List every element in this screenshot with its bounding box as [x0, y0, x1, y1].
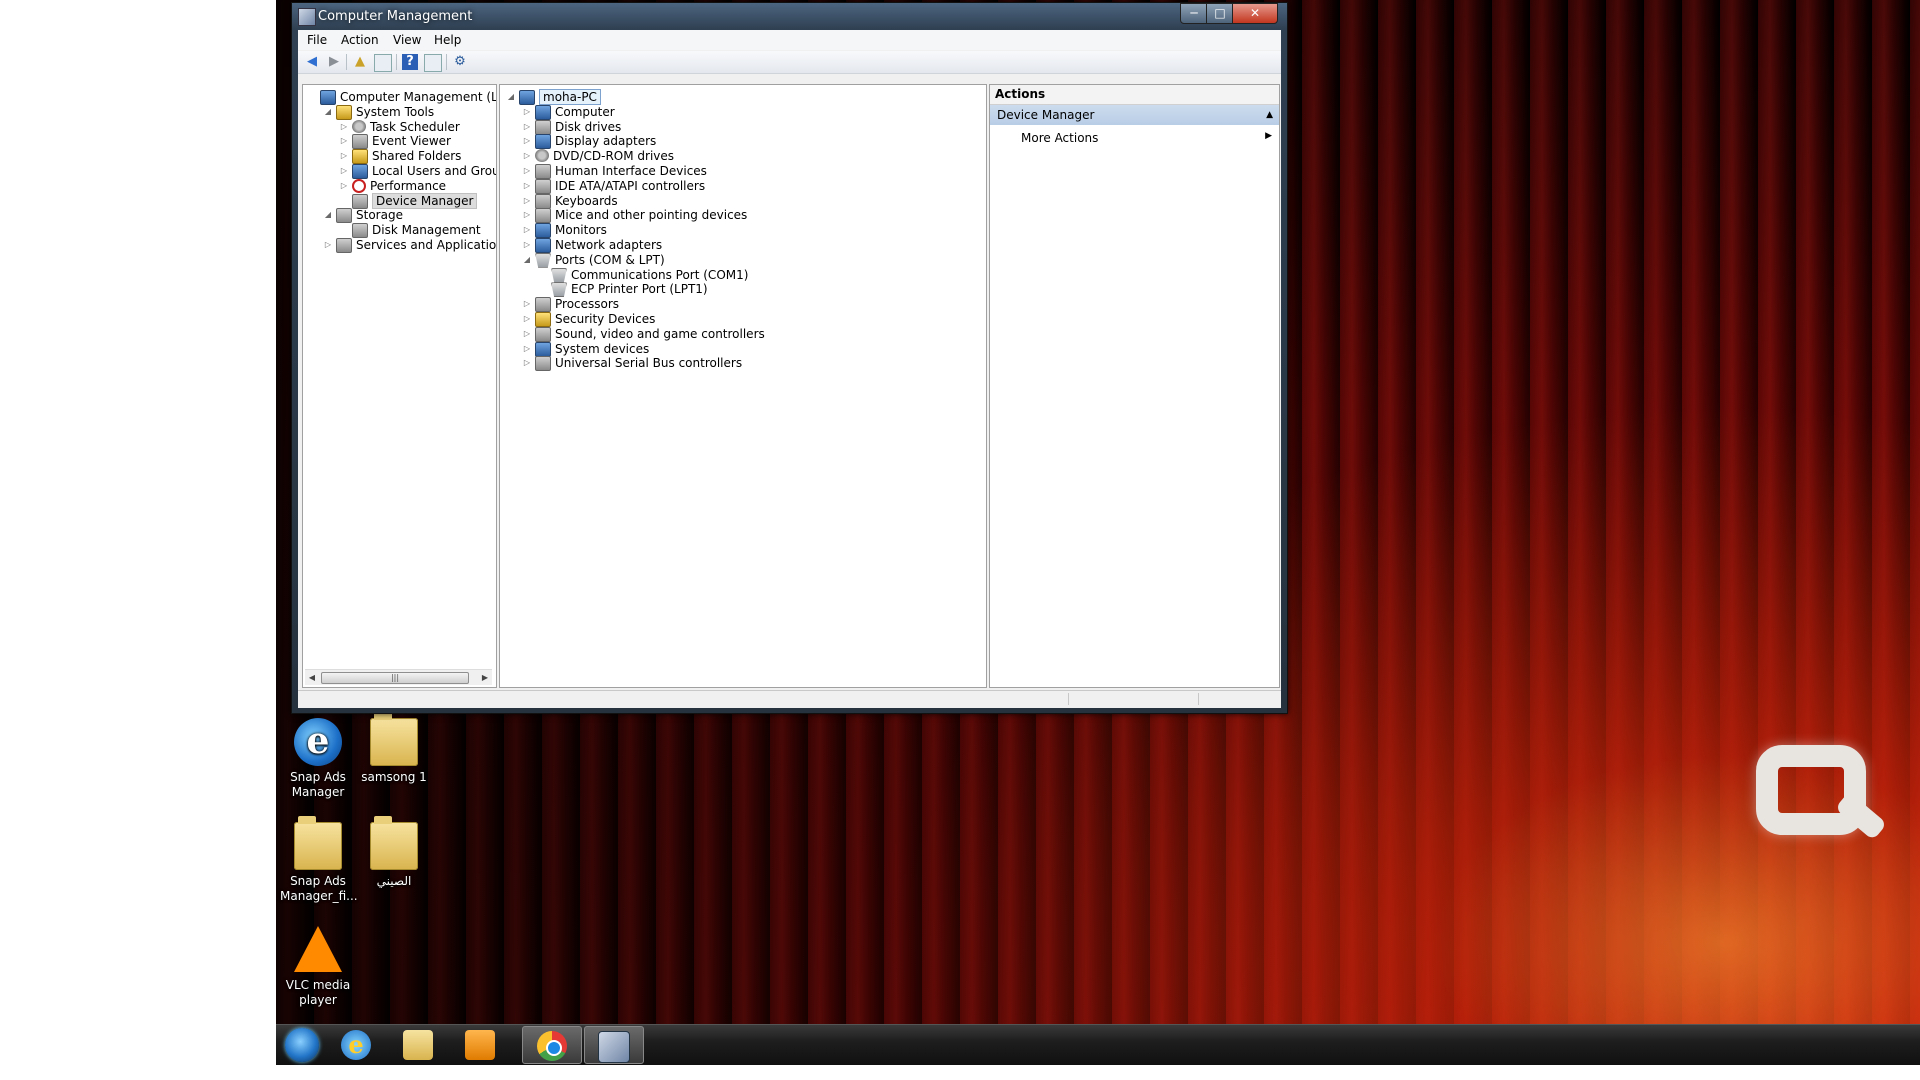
menu-help[interactable]: Help	[434, 33, 461, 47]
minimize-button[interactable]: ─	[1180, 3, 1208, 24]
status-cell	[1068, 693, 1199, 705]
desktop-icon-arabic-folder[interactable]: الصيني	[356, 816, 432, 889]
desktop-icon-label: الصيني	[376, 874, 412, 888]
console-tree-item[interactable]: ▷ Services and Applications	[323, 236, 497, 254]
up-folder-icon[interactable]: ▲	[352, 54, 368, 70]
toolbar-separator	[346, 54, 347, 70]
internet-explorer-icon: e	[294, 718, 342, 766]
device-tree-pane: ◢ moha-PC ▷ Computer ▷ Disk drives ▷ Display ad…	[499, 84, 987, 688]
forward-arrow-icon[interactable]: ▶	[326, 54, 342, 70]
properties-icon[interactable]	[424, 54, 442, 72]
desktop-icon-label: Snap Ads Manager	[290, 770, 346, 799]
collapse-up-icon[interactable]: ▲	[1266, 105, 1273, 125]
actions-header: Actions	[990, 85, 1279, 105]
dvd-icon	[535, 149, 549, 163]
status-bar	[298, 690, 1281, 708]
desktop-icon-samsong[interactable]: samsong 1	[356, 712, 432, 785]
collapse-arrow-icon[interactable]: ◢	[323, 206, 333, 224]
collapse-arrow-icon[interactable]: ◢	[506, 88, 516, 106]
chrome-icon	[537, 1031, 567, 1061]
taskbar-internet-explorer[interactable]: e	[326, 1026, 386, 1064]
taskbar: e	[276, 1024, 1920, 1065]
desktop-icon-label: VLC media player	[285, 978, 351, 1007]
help-icon[interactable]: ?	[402, 54, 418, 70]
clock-icon	[352, 119, 366, 133]
tree-item-label: Universal Serial Bus controllers	[555, 356, 743, 371]
desktop-icon-label: samsong 1	[361, 770, 427, 784]
device-tree-item[interactable]: ▷ Universal Serial Bus controllers	[522, 354, 742, 372]
computer-management-icon	[298, 8, 316, 26]
desktop-icon-snap-ads-folder[interactable]: Snap Ads Manager_fi...	[280, 816, 358, 904]
tree-item-label: Services and Applications	[356, 238, 497, 252]
computer-management-icon	[598, 1031, 630, 1063]
folder-icon	[370, 816, 418, 870]
toolbar-separator	[446, 54, 447, 70]
expand-arrow-icon[interactable]: ▷	[522, 354, 532, 372]
actions-pane: Actions Device Manager ▲ More Actions ▶	[989, 84, 1280, 688]
folder-document-icon	[294, 816, 342, 870]
close-button[interactable]: ✕	[1232, 3, 1278, 24]
menu-action[interactable]: Action	[341, 33, 379, 47]
collapse-arrow-icon[interactable]: ◢	[522, 251, 532, 269]
menu-file[interactable]: File	[307, 33, 327, 47]
status-cell	[1198, 693, 1279, 705]
back-arrow-icon[interactable]: ◀	[304, 54, 320, 70]
console-tree-icon[interactable]	[374, 54, 392, 72]
horizontal-scrollbar[interactable]: ◀ ||| ▶	[305, 669, 492, 685]
folder-icon	[370, 712, 418, 766]
toolbar-separator	[396, 54, 397, 70]
window-client-area: File Action View Help ◀ ▶ ▲ ? ⚙ Computer…	[298, 30, 1281, 708]
desktop-icon-snap-ads[interactable]: e Snap Ads Manager	[280, 718, 356, 800]
actions-section-device-manager[interactable]: Device Manager ▲	[990, 105, 1279, 125]
vlc-cone-icon	[294, 926, 342, 972]
maximize-button[interactable]: □	[1206, 3, 1234, 24]
expand-arrow-icon[interactable]: ▷	[323, 236, 333, 254]
taskbar-computer-management[interactable]	[584, 1026, 644, 1064]
submenu-arrow-icon: ▶	[1265, 131, 1272, 141]
window-title: Computer Management	[318, 9, 473, 24]
scroll-right-arrow-icon[interactable]: ▶	[478, 670, 492, 685]
services-icon	[336, 238, 352, 253]
collapse-arrow-icon[interactable]: ◢	[323, 103, 333, 121]
desktop-icon-label: Snap Ads Manager_fi...	[280, 874, 358, 903]
toolbar: ◀ ▶ ▲ ? ⚙	[298, 51, 1281, 74]
actions-section-label: Device Manager	[997, 108, 1095, 122]
usb-icon	[535, 356, 551, 372]
more-actions-link[interactable]: More Actions	[1021, 131, 1098, 145]
start-button[interactable]	[285, 1028, 319, 1062]
scroll-left-arrow-icon[interactable]: ◀	[305, 670, 319, 685]
folder-icon	[403, 1030, 433, 1060]
computer-management-window: Computer Management ─ □ ✕ File Action Vi…	[291, 2, 1288, 714]
scan-hardware-icon[interactable]: ⚙	[452, 54, 468, 70]
internet-explorer-icon: e	[341, 1030, 371, 1060]
taskbar-media-player[interactable]	[450, 1026, 510, 1064]
scrollbar-thumb[interactable]: |||	[321, 672, 469, 684]
console-tree-pane: Computer Management (Local◢System Tools▷…	[302, 84, 497, 688]
menu-view[interactable]: View	[393, 33, 421, 47]
media-player-icon	[465, 1030, 495, 1060]
taskbar-windows-explorer[interactable]	[388, 1026, 448, 1064]
taskbar-chrome[interactable]	[522, 1026, 582, 1064]
menu-bar: File Action View Help	[298, 30, 1281, 50]
desktop-icon-vlc[interactable]: VLC media player	[280, 926, 356, 1008]
title-bar[interactable]: Computer Management ─ □ ✕	[292, 3, 1287, 29]
